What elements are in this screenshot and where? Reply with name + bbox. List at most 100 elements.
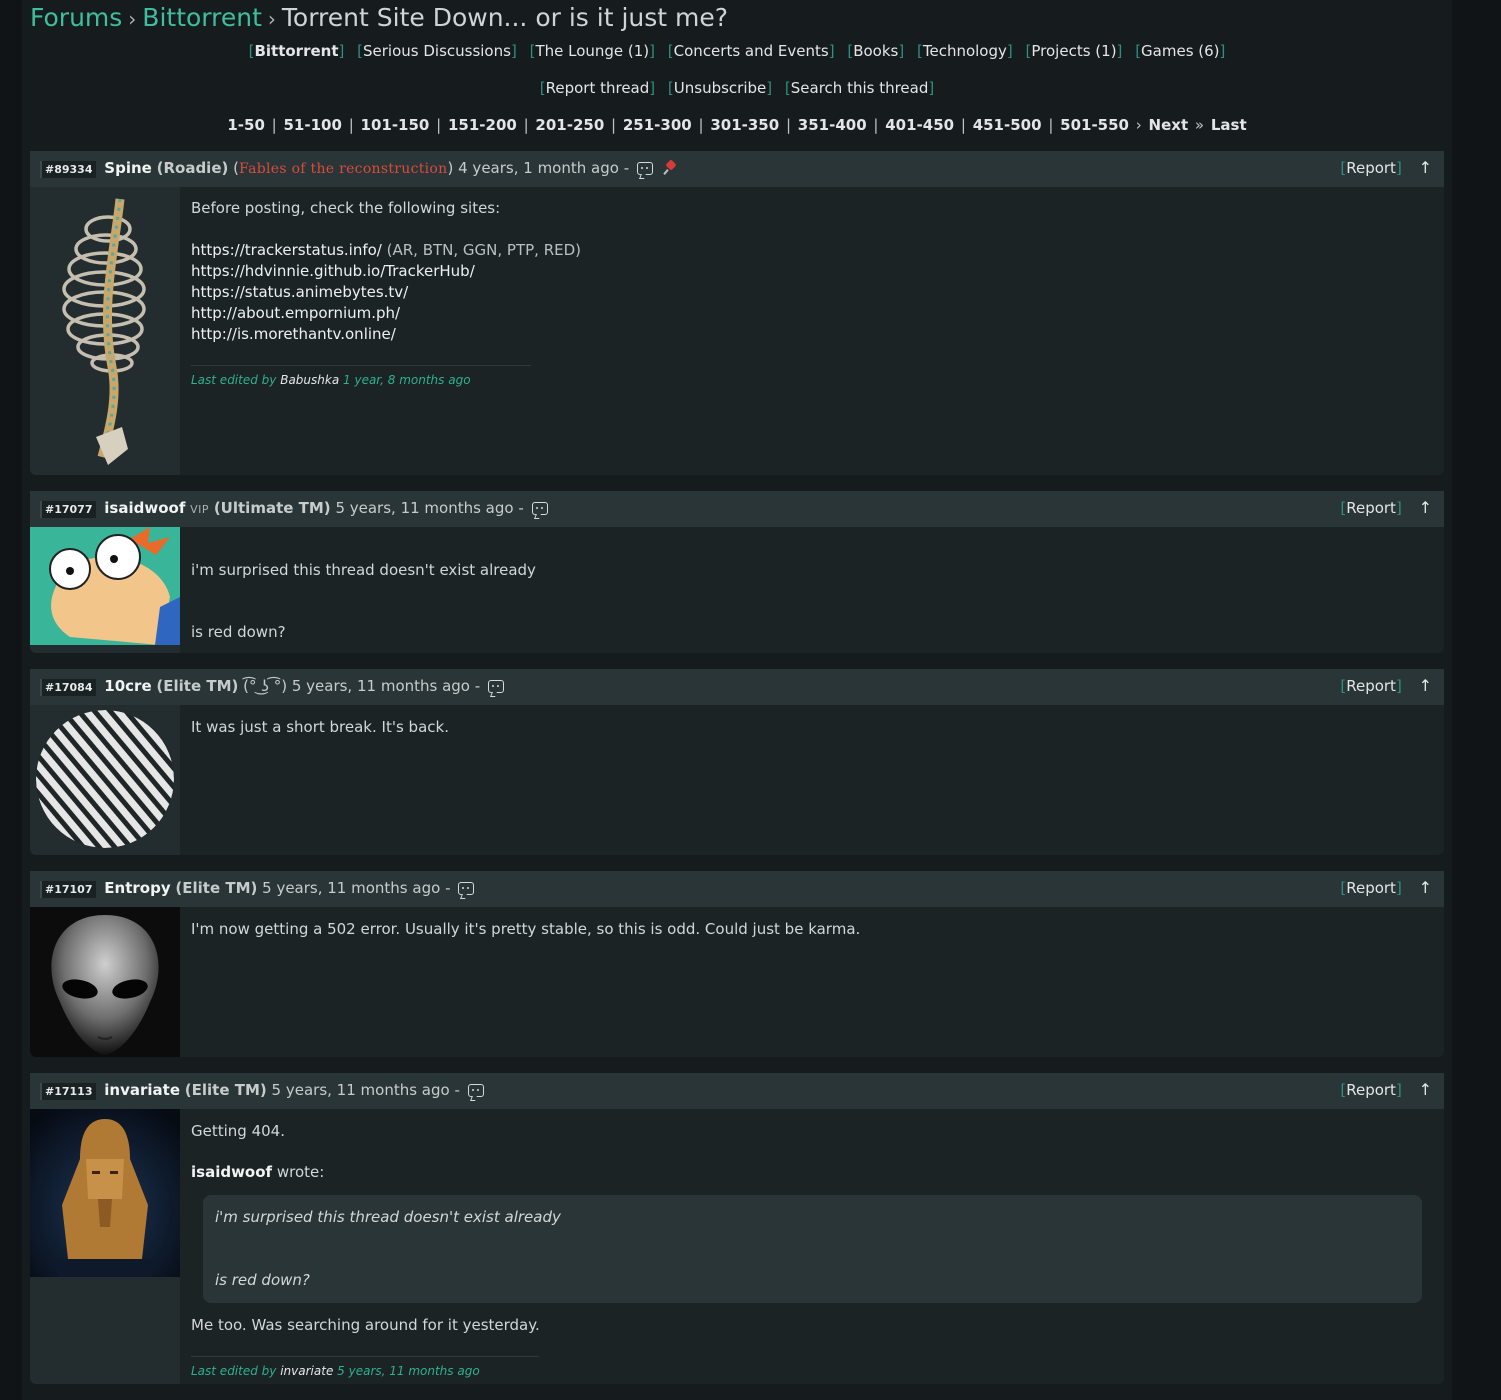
report-post-link[interactable]: [Report] xyxy=(1340,879,1401,897)
category-item-bittorrent[interactable]: [Bittorrent] xyxy=(249,42,345,60)
page-link[interactable]: 101-150 xyxy=(361,116,430,134)
category-item-the-lounge[interactable]: [The Lounge (1)] xyxy=(530,42,655,60)
search-thread-link[interactable]: [Search this thread] xyxy=(785,79,934,97)
post-id[interactable]: #17077 xyxy=(40,501,96,518)
tracker-status-link[interactable]: https://trackerstatus.info/ xyxy=(191,241,382,259)
quote-wrote-label: wrote: xyxy=(276,1163,325,1181)
user-rank: (Elite TM) xyxy=(184,1081,267,1099)
editor-username[interactable]: invariate xyxy=(280,1364,333,1378)
category-item-concerts-events[interactable]: [Concerts and Events] xyxy=(668,42,835,60)
report-thread-link[interactable]: [Report thread] xyxy=(540,79,655,97)
post-id[interactable]: #17113 xyxy=(40,1083,96,1100)
post-header: #17084 10cre (Elite TM) (͡° ͜ʖ ͡°) 5 yea… xyxy=(30,669,1444,705)
page-link[interactable]: 151-200 xyxy=(448,116,517,134)
breadcrumb: Forums › Bittorrent › Torrent Site Down... o… xyxy=(30,2,728,35)
post-text: Me too. Was searching around for it yest… xyxy=(191,1316,540,1334)
quote-text: is red down? xyxy=(215,1271,310,1289)
category-item-books[interactable]: [Books] xyxy=(847,42,904,60)
quote-icon[interactable] xyxy=(487,680,504,693)
cartoon-avatar-image xyxy=(30,527,180,645)
quote-icon[interactable] xyxy=(458,882,475,895)
post-header: #89334 Spine (Roadie) (Fables of the rec… xyxy=(30,151,1444,187)
username[interactable]: 10cre xyxy=(104,677,151,695)
unsubscribe-link[interactable]: [Unsubscribe] xyxy=(668,79,772,97)
quote-icon[interactable] xyxy=(467,1084,484,1097)
breadcrumb-separator: › xyxy=(267,7,276,31)
avatar xyxy=(30,705,180,855)
username[interactable]: invariate xyxy=(104,1081,180,1099)
breadcrumb-separator: › xyxy=(128,7,137,31)
page-link[interactable]: 201-250 xyxy=(535,116,604,134)
page-link[interactable]: 51-100 xyxy=(284,116,342,134)
post-body: I'm now getting a 502 error. Usually it'… xyxy=(191,919,1424,940)
forum-post: #17113 invariate (Elite TM) 5 years, 11 … xyxy=(30,1073,1444,1384)
page-link[interactable]: 1-50 xyxy=(227,116,265,134)
user-rank: (Elite TM) xyxy=(175,879,258,897)
category-item-games[interactable]: [Games (6)] xyxy=(1135,42,1225,60)
quote-icon[interactable] xyxy=(636,162,653,175)
post-time: 5 years, 11 months ago xyxy=(291,677,470,695)
link-note: (AR, BTN, GGN, PTP, RED) xyxy=(386,241,582,259)
breadcrumb-forums-link[interactable]: Forums xyxy=(30,3,122,32)
scroll-top-arrow-icon[interactable]: ↑ xyxy=(1419,1080,1432,1099)
scroll-top-arrow-icon[interactable]: ↑ xyxy=(1419,676,1432,695)
forum-post: #17107 Entropy (Elite TM) 5 years, 11 mo… xyxy=(30,871,1444,1057)
category-item-projects[interactable]: [Projects (1)] xyxy=(1026,42,1123,60)
user-rank: (Elite TM) xyxy=(156,677,239,695)
last-page-link[interactable]: Last xyxy=(1211,116,1247,134)
pagination: 1-50 | 51-100 | 101-150 | 151-200 | 201-… xyxy=(227,116,1247,134)
page: Forums › Bittorrent › Torrent Site Down... o… xyxy=(22,0,1452,1400)
post-body: Before posting, check the following site… xyxy=(191,198,1424,391)
page-link[interactable]: 251-300 xyxy=(623,116,692,134)
post-text: It was just a short break. It's back. xyxy=(191,718,449,736)
category-item-technology[interactable]: [Technology] xyxy=(917,42,1013,60)
quote-text: i'm surprised this thread doesn't exist … xyxy=(215,1208,561,1226)
forum-post: #17077 isaidwoof VIP (Ultimate TM) 5 yea… xyxy=(30,491,1444,653)
quote-icon[interactable] xyxy=(531,502,548,515)
edit-notice: Last edited by Babushka 1 year, 8 months… xyxy=(191,365,531,391)
skeleton-avatar-image xyxy=(30,187,180,475)
post-time: 4 years, 1 month ago xyxy=(458,159,619,177)
empornium-status-link[interactable]: http://about.empornium.ph/ xyxy=(191,304,400,322)
morethantv-status-link[interactable]: http://is.morethantv.online/ xyxy=(191,325,396,343)
report-post-link[interactable]: [Report] xyxy=(1340,677,1401,695)
scroll-top-arrow-icon[interactable]: ↑ xyxy=(1419,498,1432,517)
report-post-link[interactable]: [Report] xyxy=(1340,159,1401,177)
pharaoh-statue-avatar-image xyxy=(30,1109,180,1277)
post-id[interactable]: #17107 xyxy=(40,881,96,898)
next-page-link[interactable]: Next xyxy=(1149,116,1189,134)
page-link[interactable]: 451-500 xyxy=(973,116,1042,134)
animebytes-status-link[interactable]: https://status.animebytes.tv/ xyxy=(191,283,408,301)
avatar xyxy=(30,527,180,653)
forum-post: #89334 Spine (Roadie) (Fables of the rec… xyxy=(30,151,1444,475)
page-link[interactable]: 501-550 xyxy=(1060,116,1129,134)
page-link[interactable]: 351-400 xyxy=(798,116,867,134)
post-id[interactable]: #89334 xyxy=(40,161,96,178)
post-body: It was just a short break. It's back. xyxy=(191,717,1424,738)
post-text: is red down? xyxy=(191,623,286,641)
user-title: (͡° ͜ʖ ͡°) xyxy=(243,677,288,695)
category-item-serious-discussions[interactable]: [Serious Discussions] xyxy=(357,42,517,60)
page-link[interactable]: 301-350 xyxy=(710,116,779,134)
post-body: Getting 404. isaidwoof wrote: i'm surpri… xyxy=(191,1121,1422,1382)
striped-sphere-avatar-image xyxy=(30,705,180,855)
username[interactable]: isaidwoof xyxy=(104,499,185,517)
post-header: #17077 isaidwoof VIP (Ultimate TM) 5 yea… xyxy=(30,491,1444,527)
post-text: Before posting, check the following site… xyxy=(191,199,501,217)
username[interactable]: Entropy xyxy=(104,879,170,897)
edit-time: 1 year, 8 months ago xyxy=(343,373,471,387)
avatar xyxy=(30,187,180,475)
editor-username[interactable]: Babushka xyxy=(280,373,339,387)
quote-block: i'm surprised this thread doesn't exist … xyxy=(203,1195,1422,1303)
report-post-link[interactable]: [Report] xyxy=(1340,499,1401,517)
quoted-username[interactable]: isaidwoof xyxy=(191,1163,272,1181)
scroll-top-arrow-icon[interactable]: ↑ xyxy=(1419,158,1432,177)
report-post-link[interactable]: [Report] xyxy=(1340,1081,1401,1099)
username[interactable]: Spine xyxy=(104,159,152,177)
page-link[interactable]: 401-450 xyxy=(885,116,954,134)
post-id[interactable]: #17084 xyxy=(40,679,96,696)
trackerhub-link[interactable]: https://hdvinnie.github.io/TrackerHub/ xyxy=(191,262,475,280)
pin-icon xyxy=(664,161,677,174)
scroll-top-arrow-icon[interactable]: ↑ xyxy=(1419,878,1432,897)
breadcrumb-category-link[interactable]: Bittorrent xyxy=(142,3,262,32)
